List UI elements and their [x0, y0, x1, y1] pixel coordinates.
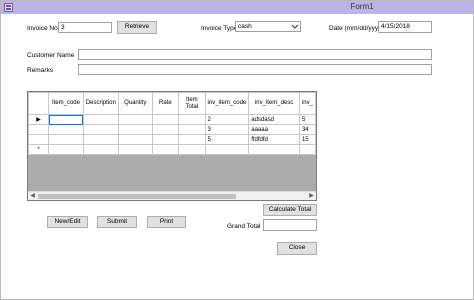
invoice-no-label: Invoice No: [27, 25, 58, 32]
table-cell[interactable]: aaaaa: [248, 124, 300, 135]
new-edit-button[interactable]: New/Edit: [47, 216, 88, 228]
row-indicator[interactable]: [28, 134, 50, 145]
table-row[interactable]: 5 ffdfdfd 15: [28, 134, 316, 145]
customer-name-label: Customer Name: [27, 52, 75, 59]
table-cell[interactable]: [117, 144, 153, 155]
column-header[interactable]: Description: [82, 92, 119, 115]
table-cell[interactable]: [248, 144, 300, 155]
form-window: Form1 Invoice No 3 Retrieve Invoice Type…: [0, 0, 474, 300]
table-row[interactable]: *: [28, 144, 316, 155]
chevron-down-icon: [291, 24, 299, 29]
submit-button[interactable]: Submit: [97, 216, 137, 228]
print-button[interactable]: Print: [147, 216, 186, 228]
column-header[interactable]: Rate: [151, 92, 180, 115]
table-cell[interactable]: [48, 124, 84, 135]
remarks-field[interactable]: [78, 64, 432, 75]
table-cell[interactable]: adsdasd: [248, 114, 300, 125]
invoice-type-dropdown[interactable]: cash: [235, 21, 301, 32]
table-row[interactable]: ▶ 2 adsdasd 5: [28, 114, 316, 125]
table-cell[interactable]: [178, 124, 206, 135]
grand-total-label: Grand Total: [227, 223, 261, 230]
table-cell[interactable]: [82, 114, 119, 125]
scroll-right-arrow-icon[interactable]: ▶: [307, 192, 316, 200]
table-cell[interactable]: [82, 144, 119, 155]
table-cell[interactable]: [204, 144, 250, 155]
table-cell[interactable]: [178, 114, 206, 125]
table-cell[interactable]: [48, 144, 84, 155]
table-cell[interactable]: ffdfdfd: [248, 134, 300, 145]
column-header[interactable]: inv_: [298, 92, 316, 115]
table-cell[interactable]: [298, 144, 316, 155]
column-header[interactable]: inv_item_desc: [248, 92, 300, 115]
table-cell[interactable]: [151, 114, 180, 125]
invoice-type-value: cash: [238, 23, 252, 30]
table-cell[interactable]: [117, 124, 153, 135]
calculate-total-button[interactable]: Calculate Total: [263, 204, 317, 216]
table-cell[interactable]: [82, 134, 119, 145]
table-cell[interactable]: [151, 124, 180, 135]
window-title: Form1: [350, 2, 374, 11]
table-row[interactable]: 3 aaaaa 34: [28, 124, 316, 135]
table-cell[interactable]: 5: [204, 134, 250, 145]
header-row: Item_code Description Quantity Rate Item…: [28, 92, 316, 115]
invoice-type-label: Invoice Type: [201, 25, 238, 32]
table-cell[interactable]: [151, 134, 180, 145]
invoice-items-grid[interactable]: Item_code Description Quantity Rate Item…: [27, 91, 317, 201]
table-cell[interactable]: [117, 134, 153, 145]
title-bar: Form1: [1, 1, 473, 14]
horizontal-scrollbar[interactable]: ◀ ▶: [28, 191, 316, 200]
column-header[interactable]: Quantity: [117, 92, 153, 115]
retrieve-button[interactable]: Retrieve: [117, 21, 157, 34]
table-cell[interactable]: [48, 134, 84, 145]
row-indicator[interactable]: [28, 124, 50, 135]
scrollbar-thumb[interactable]: [38, 194, 236, 199]
table-cell[interactable]: [151, 144, 180, 155]
remarks-label: Remarks: [27, 67, 54, 74]
table-cell[interactable]: [178, 144, 206, 155]
table-cell[interactable]: [178, 134, 206, 145]
row-indicator[interactable]: *: [28, 144, 50, 155]
items-table: Item_code Description Quantity Rate Item…: [28, 92, 316, 155]
column-header[interactable]: inv_item_code: [204, 92, 250, 115]
date-label: Date (mm/dd/yyyy): [329, 25, 384, 32]
invoice-no-field[interactable]: 3: [58, 22, 112, 33]
table-cell[interactable]: 5: [298, 114, 316, 125]
customer-name-field[interactable]: [78, 49, 432, 60]
close-button[interactable]: Close: [277, 242, 317, 255]
date-field[interactable]: 4/15/2018: [378, 21, 432, 33]
column-header[interactable]: Item Total: [178, 92, 206, 115]
table-cell[interactable]: [117, 114, 153, 125]
table-cell[interactable]: 2: [204, 114, 250, 125]
column-header[interactable]: Item_code: [48, 92, 84, 115]
table-cell[interactable]: 15: [298, 134, 316, 145]
row-indicator[interactable]: ▶: [28, 114, 50, 125]
table-cell[interactable]: [82, 124, 119, 135]
grand-total-field[interactable]: [263, 219, 317, 231]
scroll-left-arrow-icon[interactable]: ◀: [28, 192, 37, 200]
table-cell[interactable]: [48, 114, 84, 125]
corner-header: [28, 92, 50, 115]
table-cell[interactable]: 34: [298, 124, 316, 135]
table-cell[interactable]: 3: [204, 124, 250, 135]
